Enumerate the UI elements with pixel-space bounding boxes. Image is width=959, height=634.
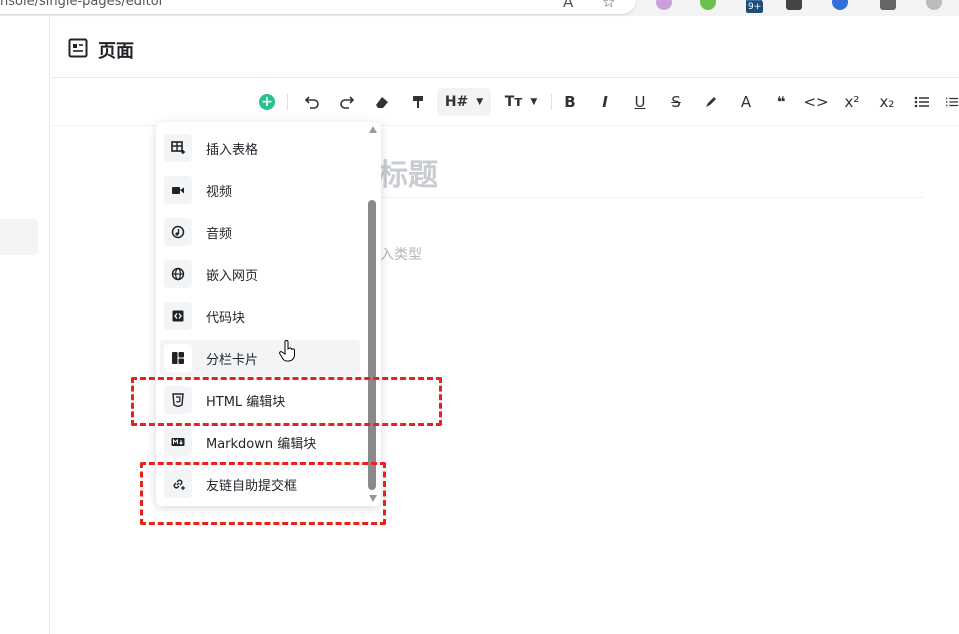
menu-item-video[interactable]: 视频 (160, 172, 360, 208)
menu-item-label: 插入表格 (206, 142, 259, 158)
redo-button[interactable] (336, 88, 358, 116)
menu-item-label: Markdown 编辑块 (206, 436, 317, 452)
underline-button[interactable]: U (629, 88, 651, 116)
italic-button[interactable]: I (594, 88, 616, 116)
extension-icon[interactable] (786, 0, 802, 10)
extension-icon[interactable] (656, 0, 672, 10)
title-divider (378, 197, 924, 198)
menu-item-label: 代码块 (206, 310, 246, 326)
globe-icon (164, 260, 192, 288)
markdown-icon (164, 428, 192, 456)
highlight-button[interactable] (700, 88, 722, 116)
editor-body-hint[interactable]: 入类型 (380, 244, 422, 264)
favorite-star-icon[interactable]: ☆ (602, 0, 615, 10)
extension-icon[interactable] (832, 0, 848, 10)
menu-item-embed-webpage[interactable]: 嵌入网页 (160, 256, 360, 292)
superscript-button[interactable]: x² (840, 88, 864, 116)
plus-circle-icon: + (259, 94, 275, 110)
bullet-list-button[interactable] (911, 88, 933, 116)
page-header: 页面 (51, 16, 959, 78)
highlighter-icon (706, 97, 716, 107)
sidebar (0, 16, 50, 634)
bold-button[interactable]: B (559, 88, 581, 116)
blockquote-button[interactable]: ❝ (770, 88, 792, 116)
extensions-puzzle-icon[interactable] (926, 0, 942, 10)
toolbar-divider (551, 94, 552, 110)
columns-icon (164, 344, 192, 372)
extension-badge: 9+ (746, 1, 764, 13)
menu-item-audio[interactable]: 音频 (160, 214, 360, 250)
highlight-box-html-block (131, 377, 442, 426)
menu-item-insert-table[interactable]: 插入表格 (160, 130, 360, 166)
page-icon (68, 38, 88, 58)
sidebar-selected-item[interactable] (0, 219, 38, 255)
menu-item-label: 嵌入网页 (206, 268, 259, 284)
menu-item-code-block[interactable]: 代码块 (160, 298, 360, 334)
ordered-list-button[interactable] (945, 88, 959, 116)
insert-block-menu: 插入表格 视频 音频 嵌入网页 代码块 分栏卡片 HTML 编辑块 Markdo… (156, 122, 381, 506)
page-title: 页面 (98, 41, 134, 62)
extension-icon[interactable] (880, 0, 896, 10)
audio-icon (164, 218, 192, 246)
toolbar-divider (287, 94, 288, 110)
menu-item-label: 音频 (206, 226, 233, 242)
extension-icon[interactable] (700, 0, 716, 10)
editor-title-placeholder[interactable]: 标题 (378, 150, 438, 194)
scroll-up-arrow-icon[interactable] (369, 126, 377, 133)
menu-item-label: 分栏卡片 (206, 352, 259, 368)
highlight-box-friend-link (140, 462, 386, 525)
menu-item-label: 视频 (206, 184, 233, 200)
menu-item-column-card[interactable]: 分栏卡片 (160, 340, 360, 376)
heading-label: H# (444, 94, 469, 110)
ordered-list-icon (946, 97, 959, 107)
scrollbar-thumb[interactable] (368, 200, 376, 490)
text-size-dropdown[interactable]: Tт ▼ (501, 88, 541, 116)
format-painter-icon (413, 96, 423, 108)
chevron-down-icon: ▼ (476, 97, 484, 107)
code-block-icon (164, 302, 192, 330)
table-insert-icon (164, 134, 192, 162)
browser-address-bar: nsole/single-pages/editor A ☆ 9+ (0, 0, 959, 16)
url-text[interactable]: nsole/single-pages/editor (0, 0, 164, 9)
undo-button[interactable] (301, 88, 323, 116)
undo-icon (304, 96, 319, 109)
video-icon (164, 176, 192, 204)
heading-dropdown[interactable]: H# ▼ (437, 88, 491, 116)
text-size-label: Tт (504, 94, 523, 110)
inline-code-button[interactable]: <> (803, 88, 828, 116)
read-aloud-icon[interactable]: A (563, 0, 573, 10)
eraser-icon (376, 97, 388, 108)
clear-format-button[interactable] (371, 88, 393, 116)
menu-item-markdown-block[interactable]: Markdown 编辑块 (160, 424, 360, 460)
menu-scrollbar[interactable] (366, 126, 378, 504)
bullet-list-icon (914, 96, 929, 108)
redo-icon (340, 96, 355, 109)
hand-cursor-icon (279, 340, 297, 367)
format-painter-button[interactable] (407, 88, 429, 116)
font-color-button[interactable]: A (735, 88, 757, 116)
subscript-button[interactable]: x₂ (875, 88, 899, 116)
chevron-down-icon: ▼ (530, 97, 538, 107)
insert-block-button[interactable]: + (257, 88, 277, 116)
editor-toolbar: + H# ▼ Tт ▼ B I U S A ❝ <> x² x₂ (51, 78, 959, 126)
strikethrough-button[interactable]: S (665, 88, 687, 116)
